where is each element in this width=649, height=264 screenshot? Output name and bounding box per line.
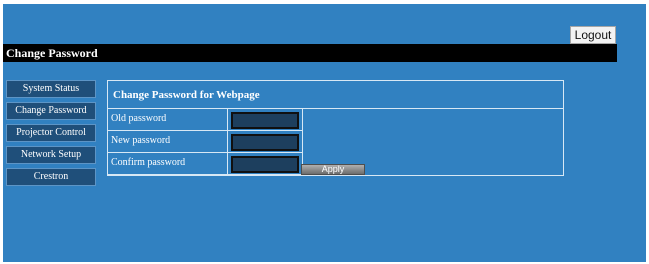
confirm-password-input[interactable] [231, 156, 299, 173]
change-password-panel: Change Password for Webpage Old password… [107, 80, 564, 176]
page-title: Change Password [6, 46, 98, 60]
sidebar-item-projector-control[interactable]: Projector Control [6, 124, 96, 142]
title-bar: Change Password [3, 44, 617, 62]
form-row-old-password: Old password [108, 109, 303, 131]
old-password-label: Old password [108, 109, 228, 130]
form-row-new-password: New password [108, 131, 303, 153]
app-window: Logout Change Password System Status Cha… [3, 4, 646, 262]
sidebar-item-system-status[interactable]: System Status [6, 80, 96, 98]
panel-title: Change Password for Webpage [113, 89, 260, 101]
new-password-input[interactable] [231, 134, 299, 151]
panel-header: Change Password for Webpage [108, 81, 563, 109]
new-password-cell [228, 131, 303, 152]
old-password-cell [228, 109, 303, 130]
form-row-confirm-password: Confirm password [108, 153, 303, 175]
confirm-password-label: Confirm password [108, 153, 228, 174]
sidebar-nav: System Status Change Password Projector … [6, 80, 96, 190]
logout-button[interactable]: Logout [570, 26, 616, 44]
confirm-password-cell [228, 153, 303, 174]
sidebar-item-crestron[interactable]: Crestron [6, 168, 96, 186]
old-password-input[interactable] [231, 112, 299, 129]
apply-button[interactable]: Apply [301, 164, 365, 175]
sidebar-item-change-password[interactable]: Change Password [6, 102, 96, 120]
new-password-label: New password [108, 131, 228, 152]
sidebar-item-network-setup[interactable]: Network Setup [6, 146, 96, 164]
